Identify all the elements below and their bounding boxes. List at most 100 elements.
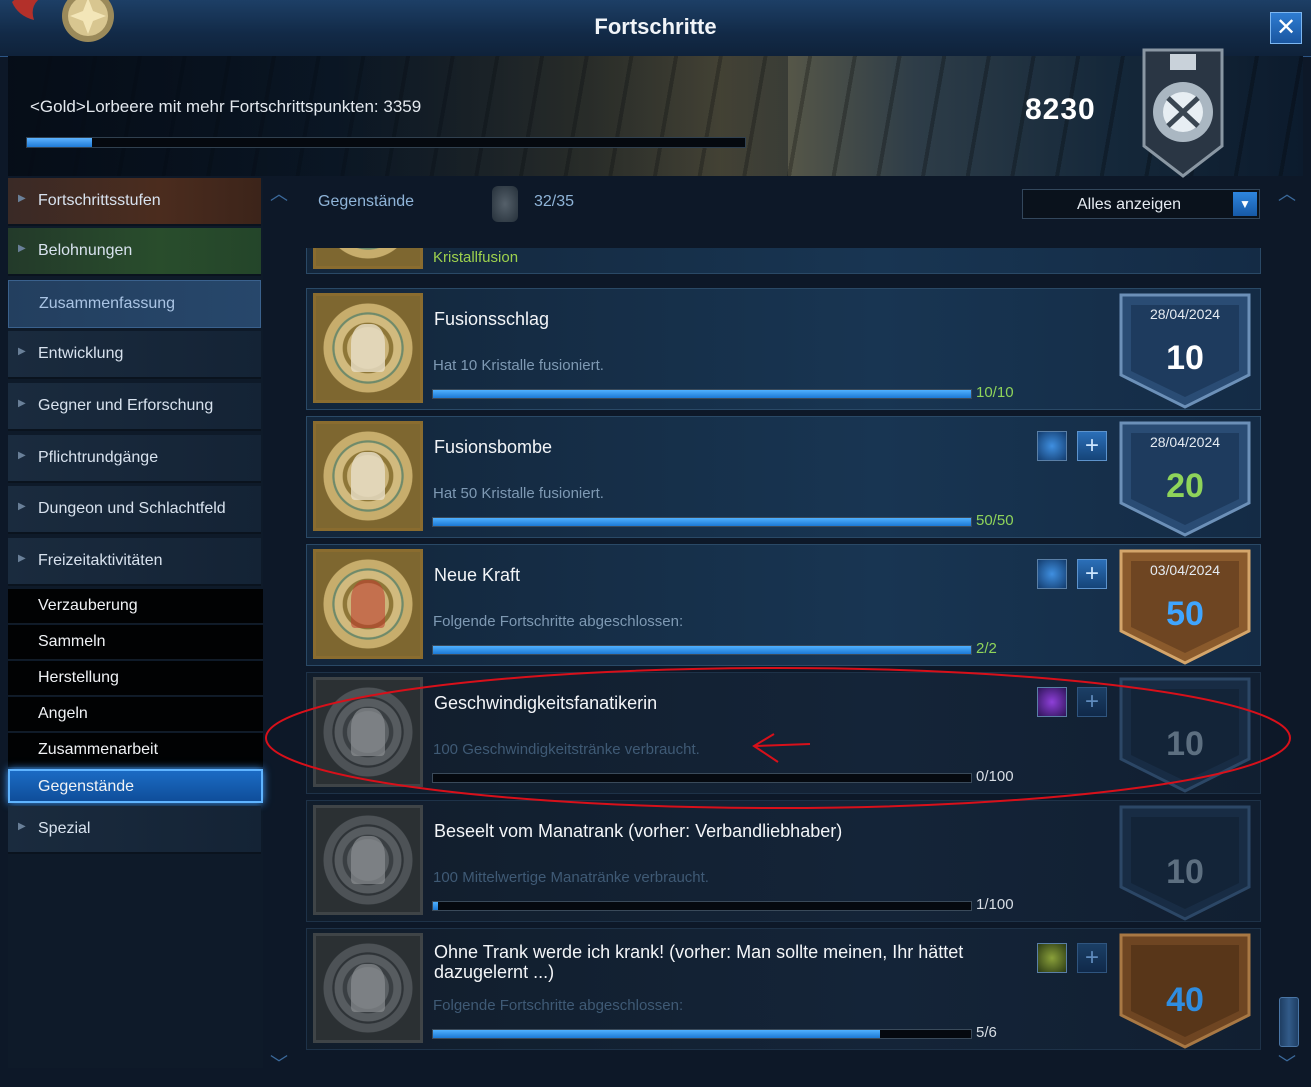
chevron-right-icon: ▶	[18, 398, 26, 409]
nav-item-spezial[interactable]: ▶ Spezial	[8, 806, 261, 854]
achievement-points-value: 20	[1166, 467, 1204, 505]
nav-subitem-verzauberung[interactable]: Verzauberung	[8, 589, 263, 624]
completion-date: 03/04/2024	[1149, 562, 1221, 578]
chevron-right-icon: ▶	[18, 450, 26, 461]
list-scrollbar-thumb[interactable]	[1279, 997, 1299, 1047]
list-item[interactable]: Neue Kraft Folgende Fortschritte abgesch…	[306, 544, 1261, 666]
list-item[interactable]: Fusionsbombe Hat 50 Kristalle fusioniert…	[306, 416, 1261, 538]
chevron-right-icon: ▶	[18, 346, 26, 357]
rank-badge-icon	[1142, 48, 1224, 178]
add-button[interactable]: +	[1077, 559, 1107, 589]
next-reward-text: <Gold>Lorbeere mit mehr Fortschrittspunk…	[30, 97, 422, 116]
nav-item-fortschrittsstufen[interactable]: ▶ Fortschrittsstufen	[8, 178, 261, 226]
category-count: 32/35	[534, 193, 575, 210]
nav-item-belohnungen[interactable]: ▶ Belohnungen	[8, 228, 261, 276]
achievement-count: 2/2	[976, 640, 997, 657]
title-bar[interactable]: Fortschritte ✕	[0, 0, 1311, 57]
partial-row-subtitle: Kristallfusion	[433, 249, 519, 266]
nav-subitem-sammeln[interactable]: Sammeln	[8, 625, 263, 660]
chevron-right-icon: ▶	[18, 193, 26, 204]
nav-item-dungeon-und-schlachtfeld[interactable]: ▶ Dungeon und Schlachtfeld	[8, 486, 261, 534]
list-scroll-up-icon[interactable]: ︿	[1278, 180, 1296, 206]
reward-item-icon[interactable]	[1037, 559, 1067, 589]
list-item[interactable]: Beseelt vom Manatrank (vorher: Verbandli…	[306, 800, 1261, 922]
completion-date: 28/04/2024	[1149, 306, 1221, 322]
achievement-points: 8230	[1025, 93, 1096, 126]
achievement-points-value: 10	[1166, 725, 1204, 763]
achievement-progress-bar	[432, 901, 972, 911]
nav-subitem-gegenstaende[interactable]: Gegenstände	[8, 769, 263, 803]
achievement-points-value: 40	[1166, 981, 1204, 1019]
category-nav: ▶ Fortschrittsstufen ▶ Belohnungen Zusamme…	[8, 178, 263, 1068]
nav-subitem-zusammenarbeit[interactable]: Zusammenarbeit	[8, 733, 263, 768]
nav-item-entwicklung[interactable]: ▶ Entwicklung	[8, 331, 261, 379]
category-item-icon	[492, 186, 518, 222]
nav-item-freizeitaktivitaeten[interactable]: ▶ Freizeitaktivitäten	[8, 538, 261, 586]
medal-icon	[313, 248, 423, 269]
achievement-count: 1/100	[976, 896, 1014, 913]
medal-icon	[313, 805, 423, 915]
achievement-title: Ohne Trank werde ich krank! (vorher: Man…	[434, 942, 964, 982]
achievement-points-value: 10	[1166, 339, 1204, 377]
achievement-description: Hat 50 Kristalle fusioniert.	[433, 485, 604, 502]
achievement-title: Fusionsbombe	[434, 437, 553, 457]
achievement-title: Geschwindigkeitsfanatikerin	[434, 693, 658, 713]
achievement-title: Neue Kraft	[434, 565, 521, 585]
achievement-progress-bar	[432, 1029, 972, 1039]
list-item[interactable]: Kristallfusion	[306, 248, 1261, 274]
reward-item-icon[interactable]	[1037, 687, 1067, 717]
medal-icon	[313, 421, 423, 531]
category-label: Gegenstände	[318, 193, 415, 210]
achievement-count: 10/10	[976, 384, 1014, 401]
add-button[interactable]: +	[1077, 687, 1107, 717]
medal-icon	[313, 933, 423, 1043]
achievement-description: Folgende Fortschritte abgeschlossen:	[433, 613, 684, 630]
achievement-description: Folgende Fortschritte abgeschlossen:	[433, 997, 684, 1014]
chevron-right-icon: ▶	[18, 821, 26, 832]
nav-item-zusammenfassung[interactable]: Zusammenfassung	[8, 280, 261, 328]
achievement-description: Hat 10 Kristalle fusioniert.	[433, 357, 604, 374]
chevron-right-icon: ▶	[18, 501, 26, 512]
achievement-description: 100 Mittelwertige Manatränke verbraucht.	[433, 869, 709, 886]
nav-scroll-down-icon[interactable]: ﹀	[270, 1050, 288, 1076]
achievement-progress-bar	[432, 645, 972, 655]
list-item[interactable]: Geschwindigkeitsfanatikerin 100 Geschwin…	[306, 672, 1261, 794]
reward-progress-bar	[26, 137, 746, 148]
achievement-title: Beseelt vom Manatrank (vorher: Verbandli…	[434, 821, 843, 841]
chevron-right-icon: ▶	[18, 243, 26, 254]
filter-dropdown[interactable]: Alles anzeigen ▼	[1022, 189, 1260, 219]
achievement-points-value: 50	[1166, 595, 1204, 633]
reward-item-icon[interactable]	[1037, 943, 1067, 973]
window-title: Fortschritte	[594, 14, 717, 39]
nav-item-pflichtrundgaenge[interactable]: ▶ Pflichtrundgänge	[8, 435, 261, 483]
achievement-progress-bar	[432, 773, 972, 783]
add-button[interactable]: +	[1077, 943, 1107, 973]
achievement-progress-bar	[432, 389, 972, 399]
medal-icon	[313, 549, 423, 659]
achievement-count: 50/50	[976, 512, 1014, 529]
nav-item-gegner-und-erforschung[interactable]: ▶ Gegner und Erforschung	[8, 383, 261, 431]
medal-icon	[313, 293, 423, 403]
list-item[interactable]: Fusionsschlag Hat 10 Kristalle fusionier…	[306, 288, 1261, 410]
close-button[interactable]: ✕	[1270, 12, 1302, 44]
list-item[interactable]: Ohne Trank werde ich krank! (vorher: Man…	[306, 928, 1261, 1050]
achievement-points-value: 10	[1166, 853, 1204, 891]
chevron-down-icon: ▶	[18, 553, 26, 564]
reward-item-icon[interactable]	[1037, 431, 1067, 461]
progress-window: Fortschritte ✕ <Gold>Lorbeere mit mehr F…	[0, 0, 1311, 1087]
nav-subitem-angeln[interactable]: Angeln	[8, 697, 263, 732]
achievement-count: 5/6	[976, 1024, 997, 1041]
nav-scroll-up-icon[interactable]: ︿	[270, 180, 288, 206]
add-button[interactable]: +	[1077, 431, 1107, 461]
achievement-list: Kristallfusion Fusionsschlag Hat 10 Kris…	[306, 248, 1261, 1056]
chevron-down-icon[interactable]: ▼	[1233, 192, 1257, 216]
achievement-progress-bar	[432, 517, 972, 527]
achievement-title: Fusionsschlag	[434, 309, 550, 329]
close-icon: ✕	[1275, 14, 1297, 41]
achievement-description: 100 Geschwindigkeitstränke verbraucht.	[433, 741, 700, 758]
nav-subitem-herstellung[interactable]: Herstellung	[8, 661, 263, 696]
medal-icon	[313, 677, 423, 787]
completion-date: 28/04/2024	[1149, 434, 1221, 450]
list-scroll-down-icon[interactable]: ﹀	[1278, 1050, 1296, 1076]
achievement-count: 0/100	[976, 768, 1014, 785]
